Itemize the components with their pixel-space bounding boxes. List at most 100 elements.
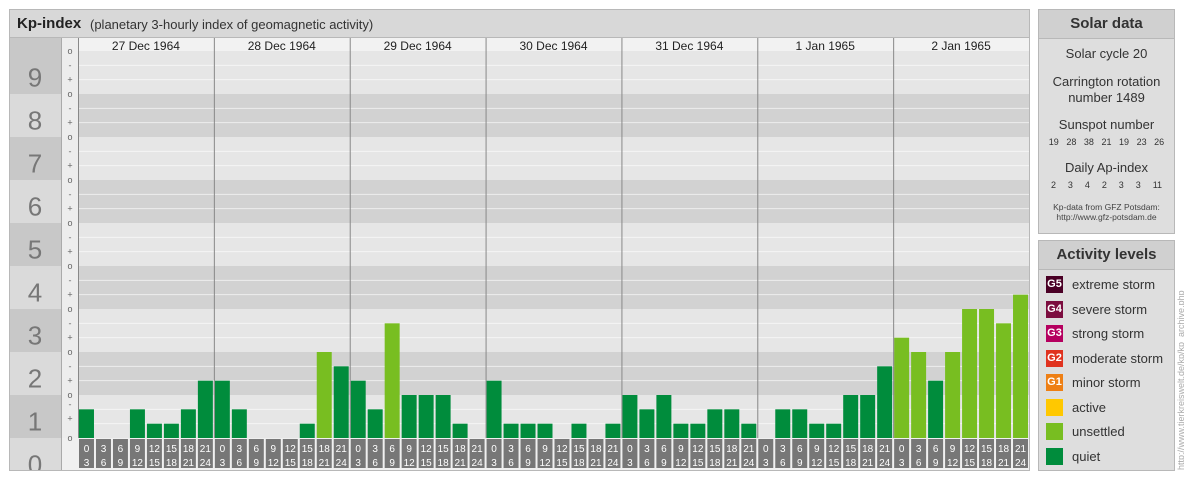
kp-bar <box>418 395 434 438</box>
minor-mark: - <box>69 103 72 113</box>
y-label-band <box>10 38 61 51</box>
interval-start-label: 15 <box>709 444 721 455</box>
interval-end-label: 21 <box>455 458 467 469</box>
interval-start-label: 12 <box>421 444 433 455</box>
interval-end-label: 6 <box>508 458 514 469</box>
interval-end-label: 18 <box>981 458 993 469</box>
interval-end-label: 9 <box>797 458 803 469</box>
interval-start-label: 9 <box>542 444 548 455</box>
interval-end-label: 3 <box>355 458 361 469</box>
y-tick-label: 0 <box>28 450 42 471</box>
kp-bar <box>146 423 162 438</box>
kp-bar <box>503 423 519 438</box>
minor-mark: - <box>69 361 72 371</box>
interval-start-label: 18 <box>455 444 467 455</box>
interval-start-label: 21 <box>1015 444 1027 455</box>
kp-bar <box>350 380 366 438</box>
plot-band <box>78 94 1029 137</box>
interval-end-label: 24 <box>879 458 891 469</box>
kp-bar <box>231 409 247 438</box>
kp-bar <box>486 380 502 438</box>
ap-value: 3 <box>1135 180 1141 190</box>
kp-bar <box>180 409 196 438</box>
interval-end-label: 24 <box>743 458 755 469</box>
interval-end-label: 6 <box>101 458 107 469</box>
kp-bar <box>129 409 145 438</box>
level-label: quiet <box>1072 448 1101 464</box>
minor-mark: o <box>67 46 72 56</box>
interval-start-label: 0 <box>763 444 769 455</box>
interval-start-label: 12 <box>692 444 704 455</box>
interval-end-label: 18 <box>573 458 585 469</box>
minor-mark: - <box>69 232 72 242</box>
interval-start-label: 6 <box>254 444 260 455</box>
interval-start-label: 21 <box>743 444 755 455</box>
interval-start-label: 12 <box>556 444 568 455</box>
kp-bar <box>979 309 995 438</box>
ap-value: 3 <box>1067 180 1073 190</box>
kp-chart-panel: Kp-index (planetary 3-hourly index of ge… <box>9 9 1030 471</box>
interval-end-label: 9 <box>254 458 260 469</box>
interval-end-label: 18 <box>438 458 450 469</box>
interval-start-label: 6 <box>389 444 395 455</box>
y-tick-label: 4 <box>28 278 42 308</box>
minor-mark: + <box>67 333 72 343</box>
interval-end-label: 15 <box>828 458 840 469</box>
interval-start-label: 3 <box>916 444 922 455</box>
ap-value: 2 <box>1050 180 1056 190</box>
interval-end-label: 3 <box>627 458 633 469</box>
kp-bar <box>639 409 655 438</box>
credit-link[interactable]: http://www.gfz-potsdam.de <box>1039 212 1174 222</box>
kp-bar <box>316 352 332 438</box>
day-label: 28 Dec 1964 <box>248 39 316 53</box>
interval-end-label: 18 <box>166 458 178 469</box>
source-url[interactable]: http://www.tierkreiswelt.de/kp/kp_archiv… <box>1176 290 1184 470</box>
interval-end-label: 15 <box>692 458 704 469</box>
interval-start-label: 6 <box>797 444 803 455</box>
ap-value: 11 <box>1152 180 1163 190</box>
interval-start-label: 6 <box>933 444 939 455</box>
interval-end-label: 21 <box>319 458 331 469</box>
interval-start-label: 21 <box>472 444 484 455</box>
activity-levels-panel: Activity levels G5 extreme storm G4 seve… <box>1038 240 1175 471</box>
kp-bar <box>656 395 672 438</box>
interval-end-label: 21 <box>590 458 602 469</box>
interval-end-label: 12 <box>404 458 416 469</box>
interval-end-label: 3 <box>491 458 497 469</box>
interval-start-label: 18 <box>862 444 874 455</box>
minor-mark: o <box>67 347 72 357</box>
y-tick-label: 5 <box>28 235 42 265</box>
interval-start-label: 9 <box>271 444 277 455</box>
plot-band <box>78 51 1029 94</box>
ap-value: 4 <box>1084 180 1090 190</box>
interval-end-label: 12 <box>811 458 823 469</box>
interval-start-label: 15 <box>845 444 857 455</box>
interval-start-label: 3 <box>508 444 514 455</box>
interval-end-label: 6 <box>237 458 243 469</box>
g2-badge-icon: G2 <box>1046 349 1063 367</box>
day-label: 1 Jan 1965 <box>796 39 856 53</box>
interval-end-label: 9 <box>118 458 124 469</box>
interval-end-label: 18 <box>845 458 857 469</box>
level-g5: G5 extreme storm <box>1039 273 1174 298</box>
interval-end-label: 15 <box>285 458 297 469</box>
kp-bar <box>163 423 179 438</box>
interval-end-label: 21 <box>726 458 738 469</box>
interval-end-label: 3 <box>763 458 769 469</box>
sunspot-value: 28 <box>1066 137 1077 147</box>
y-tick-label: 3 <box>28 321 42 351</box>
interval-end-label: 12 <box>132 458 144 469</box>
kp-bar <box>333 366 349 438</box>
g4-badge-icon: G4 <box>1046 300 1063 318</box>
activity-levels-title: Activity levels <box>1039 241 1174 270</box>
minor-mark: o <box>67 218 72 228</box>
kp-bar <box>809 423 825 438</box>
interval-start-label: 21 <box>879 444 891 455</box>
level-label: active <box>1072 399 1106 415</box>
kp-bar <box>894 337 910 438</box>
minor-mark: + <box>67 118 72 128</box>
minor-mark: + <box>67 376 72 386</box>
interval-start-label: 3 <box>372 444 378 455</box>
minor-mark: + <box>67 161 72 171</box>
minor-mark: - <box>69 189 72 199</box>
